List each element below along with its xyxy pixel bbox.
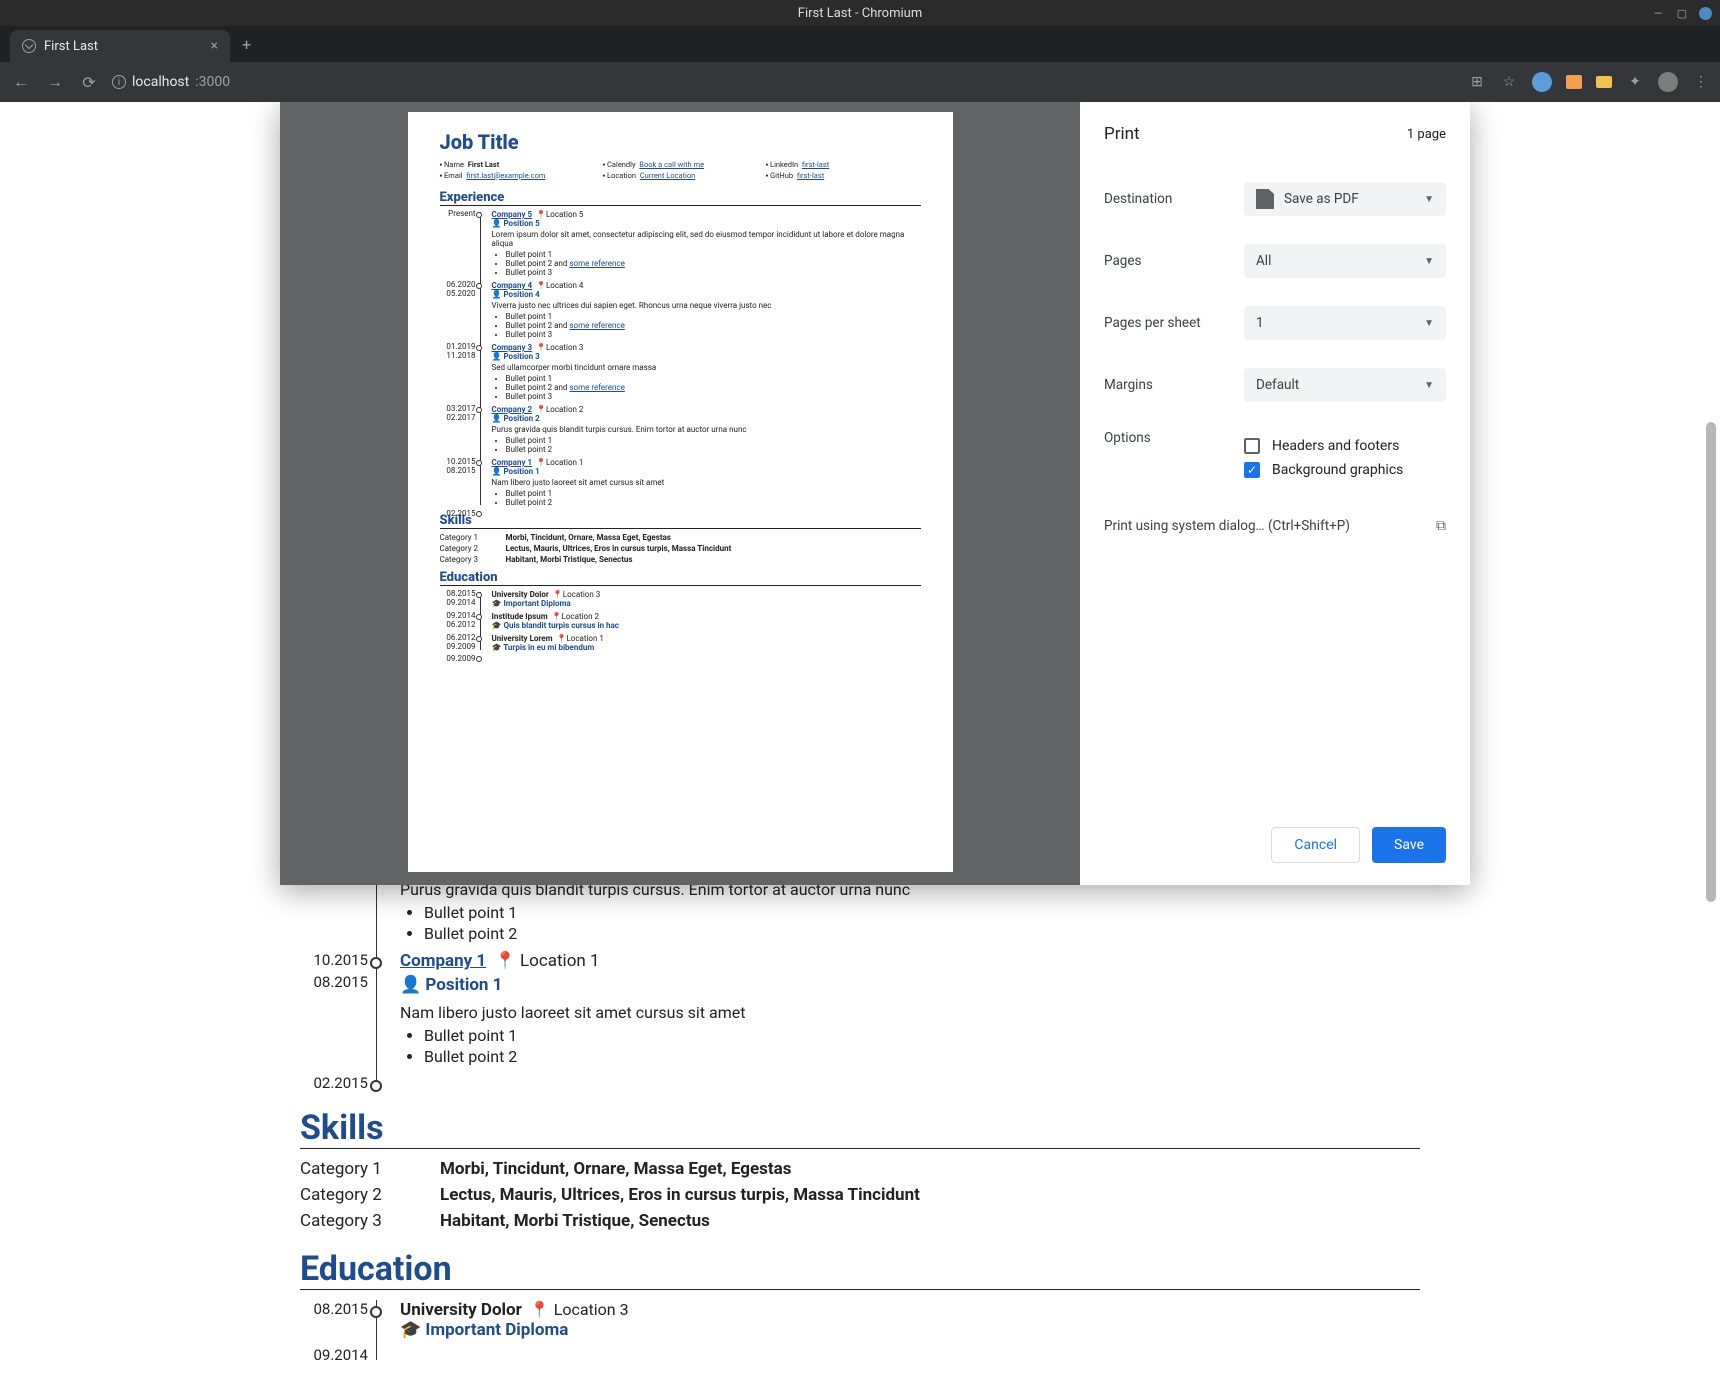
extension-orange-icon[interactable]	[1566, 75, 1582, 89]
tab-strip: First Last × +	[0, 26, 1720, 62]
pv-skill-row: Category 3Habitant, Morbi Tristique, Sen…	[440, 555, 921, 564]
chevron-down-icon: ▼	[1424, 194, 1434, 205]
browser-toolbar: ← → ⟳ i localhost :3000 ⊞ ☆ ✦ ⋮	[0, 62, 1720, 102]
forward-button[interactable]: →	[44, 72, 66, 92]
window-title: First Last - Chromium	[798, 6, 922, 21]
label-margins: Margins	[1104, 377, 1244, 393]
react-devtools-icon[interactable]	[1532, 72, 1552, 92]
pv-experience-entry: 01.2019 11.2018 Company 3 📍Location 3 👤 …	[492, 343, 921, 401]
margins-select[interactable]: Default ▼	[1244, 368, 1446, 402]
close-window-icon[interactable]	[1699, 7, 1712, 20]
pv-skill-row: Category 2Lectus, Mauris, Ultrices, Eros…	[440, 544, 921, 553]
pages-per-sheet-select[interactable]: 1 ▼	[1244, 306, 1446, 340]
globe-icon	[22, 39, 36, 53]
pv-experience-entry: 03.2017 02.2017 Company 2 📍Location 2 👤 …	[492, 405, 921, 454]
maximize-icon[interactable]: ▢	[1675, 6, 1689, 20]
new-tab-button[interactable]: +	[230, 27, 263, 62]
profile-avatar-icon[interactable]	[1658, 72, 1678, 92]
pv-education-entry: 09.2014 06.2012 Institude Ipsum 📍Locatio…	[492, 612, 921, 630]
pv-experience-entry: 06.2020 05.2020 Company 4 📍Location 4 👤 …	[492, 281, 921, 339]
destination-select[interactable]: Save as PDF ▼	[1244, 182, 1446, 216]
page-viewport: Purus gravida quis blandit turpis cursus…	[0, 102, 1720, 1400]
pv-education-timeline: 08.2015 09.2014 University Dolor 📍Locati…	[440, 590, 921, 652]
label-pages: Pages	[1104, 253, 1244, 269]
open-external-icon[interactable]: ⧉	[1436, 518, 1446, 534]
print-preview-page: Job Title ▪ Name First Last ▪ Calendly B…	[408, 112, 953, 872]
extensions-puzzle-icon[interactable]: ✦	[1626, 73, 1644, 91]
background-graphics-label: Background graphics	[1272, 462, 1403, 478]
chevron-down-icon: ▼	[1424, 380, 1434, 391]
back-button[interactable]: ←	[10, 72, 32, 92]
bookmark-star-icon[interactable]: ☆	[1500, 73, 1518, 91]
tab-title: First Last	[44, 39, 98, 54]
pv-experience-entry: 10.2015 08.2015 Company 1 📍Location 1 👤 …	[492, 458, 921, 507]
chevron-down-icon: ▼	[1424, 256, 1434, 267]
label-pages-per-sheet: Pages per sheet	[1104, 315, 1244, 331]
kebab-menu-icon[interactable]: ⋮	[1692, 73, 1710, 91]
extension-yellow-icon[interactable]	[1596, 76, 1612, 88]
url-path: :3000	[195, 74, 230, 90]
save-button[interactable]: Save	[1372, 827, 1446, 863]
print-settings-pane: Print 1 page Destination Save as PDF ▼ P…	[1080, 102, 1470, 885]
system-dialog-link[interactable]: Print using system dialog… (Ctrl+Shift+P…	[1104, 518, 1350, 534]
cancel-button[interactable]: Cancel	[1271, 827, 1360, 863]
pages-select[interactable]: All ▼	[1244, 244, 1446, 278]
browser-tab[interactable]: First Last ×	[10, 30, 230, 62]
window-titlebar: First Last - Chromium — ▢	[0, 0, 1720, 26]
pdf-file-icon	[1256, 189, 1274, 209]
print-page-count: 1 page	[1407, 127, 1446, 142]
pv-job-title: Job Title	[440, 130, 921, 154]
label-options: Options	[1104, 430, 1244, 446]
pv-experience-timeline: Present Company 5 📍Location 5 👤 Position…	[440, 210, 921, 507]
background-graphics-checkbox[interactable]: ✓	[1244, 462, 1260, 478]
reload-button[interactable]: ⟳	[78, 73, 100, 92]
pv-education-entry: 08.2015 09.2014 University Dolor 📍Locati…	[492, 590, 921, 608]
print-title: Print	[1104, 124, 1140, 144]
qr-icon[interactable]: ⊞	[1468, 73, 1486, 91]
pv-skill-row: Category 1Morbi, Tincidunt, Ornare, Mass…	[440, 533, 921, 542]
chevron-down-icon: ▼	[1424, 318, 1434, 329]
pv-experience-entry: Present Company 5 📍Location 5 👤 Position…	[492, 210, 921, 277]
headers-footers-label: Headers and footers	[1272, 438, 1399, 454]
pv-education-entry: 06.2012 09.2009 University Lorem 📍Locati…	[492, 634, 921, 652]
headers-footers-checkbox[interactable]	[1244, 438, 1260, 454]
site-info-icon[interactable]: i	[112, 75, 126, 89]
minimize-icon[interactable]: —	[1651, 6, 1665, 20]
url-host: localhost	[132, 74, 189, 90]
close-tab-icon[interactable]: ×	[211, 38, 218, 54]
label-destination: Destination	[1104, 191, 1244, 207]
url-bar[interactable]: i localhost :3000	[112, 74, 230, 90]
print-dialog: Job Title ▪ Name First Last ▪ Calendly B…	[280, 102, 1470, 885]
print-preview-pane: Job Title ▪ Name First Last ▪ Calendly B…	[280, 102, 1080, 885]
